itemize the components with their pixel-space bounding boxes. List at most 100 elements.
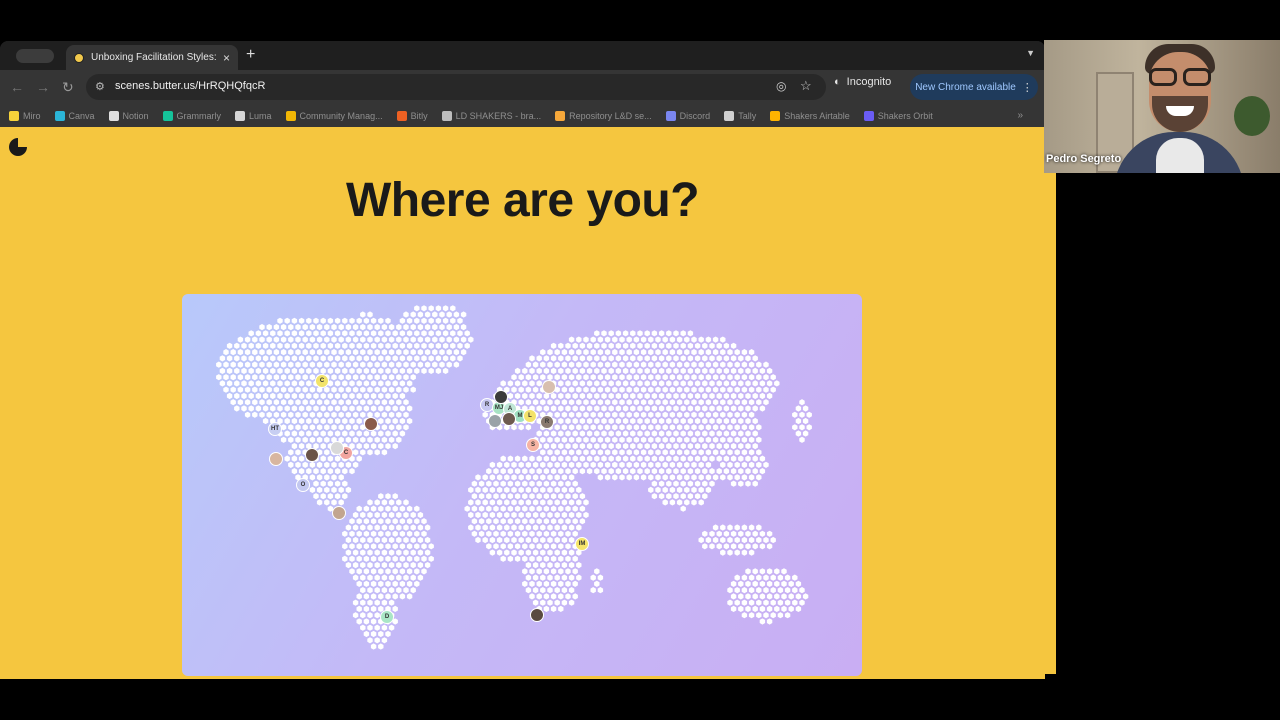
map-hex-dot <box>637 380 643 387</box>
participant-location-pin[interactable] <box>530 608 544 622</box>
bookmark-item[interactable]: Shakers Airtable <box>770 110 850 121</box>
active-tab[interactable]: Unboxing Facilitation Styles: × <box>66 45 238 70</box>
participant-location-pin[interactable]: S <box>526 438 540 452</box>
participant-location-pin[interactable] <box>542 380 556 394</box>
participant-location-pin[interactable]: R <box>540 415 554 429</box>
tab-search-chevron-icon[interactable]: ▼ <box>1026 48 1035 58</box>
map-hex-dot <box>720 424 726 431</box>
map-hex-dot <box>752 392 758 400</box>
site-settings-icon[interactable]: ⚙ <box>95 80 105 93</box>
map-hex-dot <box>727 424 733 431</box>
map-hex-dot <box>583 449 589 456</box>
map-hex-dot <box>360 624 366 631</box>
map-hex-dot <box>248 355 254 362</box>
bookmark-item[interactable]: Community Manag... <box>285 110 383 121</box>
map-hex-dot <box>766 380 773 387</box>
map-hex-dot <box>558 342 564 349</box>
incognito-indicator[interactable]: ◐ Incognito <box>834 76 891 88</box>
bookmark-item[interactable]: Grammarly <box>162 110 221 121</box>
map-hex-dot <box>486 480 492 487</box>
new-chrome-available-button[interactable]: New Chrome available ⋮ <box>910 74 1038 100</box>
bookmark-item[interactable]: Discord <box>665 110 710 121</box>
map-hex-dot <box>529 367 535 374</box>
map-hex-dot <box>615 380 622 387</box>
map-hex-dot <box>576 524 582 531</box>
tab-close-icon[interactable]: × <box>223 51 230 65</box>
address-bar[interactable]: ⚙ scenes.butter.us/HrRQHQfqcR ◎ ☆ <box>86 74 826 100</box>
participant-location-pin[interactable]: L <box>523 409 537 423</box>
map-hex-dot <box>406 518 413 525</box>
map-hex-dot <box>496 474 503 481</box>
map-hex-dot <box>583 511 589 519</box>
map-hex-dot <box>529 518 535 525</box>
slide-edge <box>1045 172 1056 674</box>
bookmarks-overflow-icon[interactable]: » <box>1017 110 1023 121</box>
map-hex-dot <box>590 436 596 443</box>
map-hex-dot <box>561 562 568 569</box>
participant-location-pin[interactable]: IM <box>575 537 589 551</box>
map-hex-dot <box>241 405 247 412</box>
forward-arrow-icon[interactable]: → <box>36 79 50 95</box>
map-hex-dot <box>450 317 456 324</box>
map-hex-dot <box>565 568 571 575</box>
map-hex-dot <box>658 330 665 337</box>
map-hex-dot <box>327 330 334 337</box>
map-hex-dot <box>687 380 694 387</box>
participant-location-pin[interactable]: D <box>380 610 394 624</box>
map-hex-dot <box>262 405 269 412</box>
bookmark-item[interactable]: Luma <box>235 110 272 121</box>
participant-location-pin[interactable]: C <box>315 374 329 388</box>
bookmark-item[interactable]: Canva <box>54 110 95 121</box>
map-hex-dot <box>525 574 532 581</box>
map-hex-dot <box>313 468 319 475</box>
map-hex-dot <box>684 424 690 431</box>
map-hex-dot <box>522 518 528 525</box>
participant-location-pin[interactable] <box>488 414 502 428</box>
participant-location-pin[interactable] <box>332 506 346 520</box>
bookmark-item[interactable]: Miro <box>9 110 41 121</box>
map-hex-dot <box>428 555 434 562</box>
participant-location-pin[interactable] <box>502 412 516 426</box>
map-hex-dot <box>702 355 708 362</box>
participant-location-pin[interactable] <box>305 448 319 462</box>
map-hex-dot <box>406 317 413 324</box>
map-hex-dot <box>529 493 535 500</box>
participant-location-pin[interactable]: HT <box>268 422 282 436</box>
bookmark-item[interactable]: Shakers Orbit <box>863 110 933 121</box>
map-hex-dot <box>601 455 607 462</box>
map-hex-dot <box>388 374 395 381</box>
bookmark-item[interactable]: Tally <box>724 110 756 121</box>
tab-group-pill[interactable] <box>16 49 54 63</box>
map-hex-dot <box>468 524 474 531</box>
reload-icon[interactable]: ↻ <box>62 79 74 96</box>
map-hex-dot <box>529 530 535 537</box>
new-tab-button[interactable]: + <box>246 46 255 64</box>
bookmark-star-icon[interactable]: ☆ <box>800 78 812 94</box>
back-arrow-icon[interactable]: ← <box>10 79 24 95</box>
participant-location-pin[interactable] <box>269 452 283 466</box>
bookmark-item[interactable]: Bitly <box>396 110 428 121</box>
bookmark-item[interactable]: LD SHAKERS - bra... <box>441 110 541 121</box>
world-map[interactable]: C HT C O R MJ A M L R S IM D <box>182 294 862 676</box>
bookmark-item[interactable]: Repository L&D se... <box>555 110 652 121</box>
map-hex-dot <box>525 524 532 531</box>
participant-location-pin[interactable] <box>364 417 378 431</box>
bookmark-item[interactable]: Notion <box>108 110 149 121</box>
map-hex-dot <box>507 480 514 487</box>
map-hex-dot <box>799 587 805 594</box>
participant-location-pin[interactable] <box>330 441 344 455</box>
map-hex-dot <box>367 637 373 644</box>
map-hex-dot <box>417 324 424 331</box>
kebab-menu-icon[interactable]: ⋮ <box>1022 81 1033 94</box>
participant-location-pin[interactable]: O <box>296 478 310 492</box>
map-hex-dot <box>324 336 330 343</box>
map-hex-dot <box>280 324 287 331</box>
map-hex-dot <box>640 399 647 406</box>
map-hex-dot <box>752 367 758 374</box>
map-hex-dot <box>561 524 568 531</box>
map-hex-dot <box>608 367 614 374</box>
map-hex-dot <box>673 455 679 462</box>
bookmark-label: Community Manag... <box>299 110 383 121</box>
eye-off-icon[interactable]: ◎ <box>776 79 786 93</box>
map-hex-dot <box>475 524 481 531</box>
